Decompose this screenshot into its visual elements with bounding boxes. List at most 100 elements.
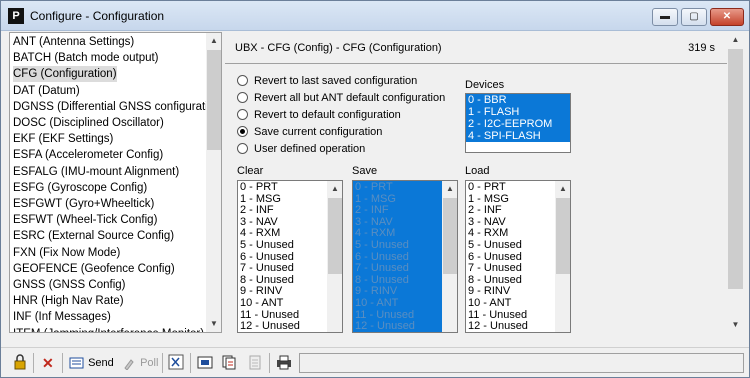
option-label: Revert to default configuration [254,109,401,121]
sidebar-scrollbar[interactable]: ▲ ▼ [206,33,221,332]
autopoll-icon[interactable] [168,354,184,372]
title-bar[interactable]: P Configure - Configuration ▬ ▢ ✕ [1,1,749,31]
clear-list-item[interactable]: 12 - Unused [240,321,300,332]
copy-icon[interactable] [221,354,237,372]
load-list-item[interactable]: 2 - INF [468,205,502,217]
save-list-item[interactable]: 5 - Unused [355,239,409,252]
radio-icon[interactable] [237,125,248,137]
toolbar-separator [162,353,163,373]
sidebar-item[interactable]: FXN (Fix Now Mode) [13,245,120,261]
clear-scroll-thumb[interactable] [328,198,342,274]
save-list-item[interactable]: 12 - Unused [355,321,415,332]
option-radio[interactable]: Save current configuration [237,125,382,141]
devices-listbox[interactable]: 0 - BBR 1 - FLASH 2 - I2C-EEPROM 4 - SPI-FL… [465,93,571,153]
device-item[interactable]: 0 - BBR [466,94,570,106]
devices-label: Devices [465,79,505,91]
save-list-item[interactable]: 2 - INF [355,205,389,217]
toolbar-separator [269,353,270,373]
sidebar-item[interactable]: ESFALG (IMU-mount Alignment) [13,164,179,180]
scroll-down-icon[interactable]: ▼ [206,316,221,332]
device-item[interactable]: 2 - I2C-EEPROM [466,118,570,130]
send-button[interactable]: Send [69,354,114,372]
status-field [299,353,744,373]
sidebar-item[interactable]: ESFGWT (Gyro+Wheeltick) [13,196,154,212]
clear-list-item[interactable]: 0 - PRT [240,181,278,194]
send-icon [69,357,84,369]
sidebar-item[interactable]: DOSC (Disciplined Oscillator) [13,115,164,131]
sidebar-item[interactable]: GEOFENCE (Geofence Config) [13,261,175,277]
radio-icon[interactable] [237,108,248,120]
save-list-item[interactable]: 7 - Unused [355,263,409,275]
lock-icon[interactable] [13,354,27,372]
sidebar-item[interactable]: ESFG (Gyroscope Config) [13,180,147,196]
option-label: User defined operation [254,143,366,155]
scroll-up-icon[interactable]: ▲ [442,181,457,197]
panel-scrollbar[interactable]: ▲ ▼ [727,32,744,333]
device-item[interactable]: 4 - SPI-FLASH [466,130,570,142]
panel-header: UBX - CFG (Config) - CFG (Configuration)… [225,32,727,64]
sidebar-item[interactable]: INF (Inf Messages) [13,309,111,325]
load-scrollbar[interactable]: ▲ [555,181,570,332]
save-list-item[interactable]: 0 - PRT [355,181,393,194]
poll-button[interactable]: Poll [123,354,158,372]
save-listbox[interactable]: 0 - PRT 1 - MSG 2 - INF 3 - NAV 4 - RXM 5 - U… [352,180,458,333]
sidebar-item[interactable]: ITEM (Jamming/Interference Monitor) [13,326,204,332]
save-label: Save [352,165,378,177]
minimize-button[interactable]: ▬ [652,8,678,26]
scroll-down-icon[interactable]: ▼ [727,317,744,333]
sidebar-item[interactable]: ANT (Antenna Settings) [13,34,134,50]
option-radio[interactable]: Revert to last saved configuration [237,74,417,90]
scroll-up-icon[interactable]: ▲ [206,33,221,49]
radio-icon[interactable] [237,91,248,103]
load-label: Load [465,165,490,177]
sidebar-item[interactable]: DGNSS (Differential GNSS configuration) [13,99,221,115]
sidebar-item[interactable]: EKF (EKF Settings) [13,131,113,147]
scroll-up-icon[interactable]: ▲ [727,32,744,48]
load-list-item[interactable]: 5 - Unused [468,239,522,252]
clear-list-item[interactable]: 7 - Unused [240,263,294,275]
radio-icon[interactable] [237,142,248,154]
load-list-item[interactable]: 12 - Unused [468,321,528,332]
paste-icon[interactable] [247,354,263,372]
load-scroll-thumb[interactable] [556,198,570,274]
delete-icon[interactable]: ✕ [42,354,54,372]
option-radio[interactable]: Revert all but ANT default configuration [237,91,445,107]
save-list-item[interactable]: 10 - ANT [355,297,398,310]
sidebar-item[interactable]: DAT (Datum) [13,83,80,99]
sidebar-item[interactable]: ESFWT (Wheel-Tick Config) [13,212,157,228]
export-icon[interactable] [197,354,213,372]
config-panel: UBX - CFG (Config) - CFG (Configuration)… [225,32,727,333]
panel-scroll-thumb[interactable] [728,49,743,289]
clear-list-item[interactable]: 10 - ANT [240,297,283,310]
scroll-up-icon[interactable]: ▲ [555,181,570,197]
load-list-item[interactable]: 7 - Unused [468,263,522,275]
load-list-item[interactable]: 10 - ANT [468,297,511,310]
sidebar-item[interactable]: ESRC (External Source Config) [13,228,174,244]
radio-icon[interactable] [237,74,248,86]
sidebar-item[interactable]: CFG (Configuration) [13,66,117,83]
option-radio[interactable]: Revert to default configuration [237,108,401,124]
maximize-button[interactable]: ▢ [681,8,707,26]
clear-list-item[interactable]: 5 - Unused [240,239,294,252]
sidebar-item[interactable]: ESFA (Accelerometer Config) [13,147,163,163]
load-list-item[interactable]: 0 - PRT [468,181,506,194]
device-item[interactable]: 1 - FLASH [466,106,570,118]
toolbar-separator [190,353,191,373]
sidebar-item[interactable]: HNR (High Nav Rate) [13,293,124,309]
option-label: Revert to last saved configuration [254,75,418,87]
sidebar-scroll-thumb[interactable] [207,50,221,150]
sidebar-item[interactable]: BATCH (Batch mode output) [13,50,159,66]
clear-listbox[interactable]: 0 - PRT 1 - MSG 2 - INF 3 - NAV 4 - RXM 5 - U… [237,180,343,333]
load-listbox[interactable]: 0 - PRT 1 - MSG 2 - INF 3 - NAV 4 - RXM 5 - U… [465,180,571,333]
close-button[interactable]: ✕ [710,8,744,26]
message-tree[interactable]: ANT (Antenna Settings) BATCH (Batch mode … [9,32,222,333]
sidebar-item[interactable]: GNSS (GNSS Config) [13,277,125,293]
clear-list-item[interactable]: 2 - INF [240,205,274,217]
clear-scrollbar[interactable]: ▲ [327,181,342,332]
save-scroll-thumb[interactable] [443,198,457,274]
save-scrollbar[interactable]: ▲ [442,181,457,332]
print-icon[interactable] [276,354,292,372]
option-radio[interactable]: User defined operation [237,142,365,158]
clear-label: Clear [237,165,264,177]
scroll-up-icon[interactable]: ▲ [327,181,342,197]
